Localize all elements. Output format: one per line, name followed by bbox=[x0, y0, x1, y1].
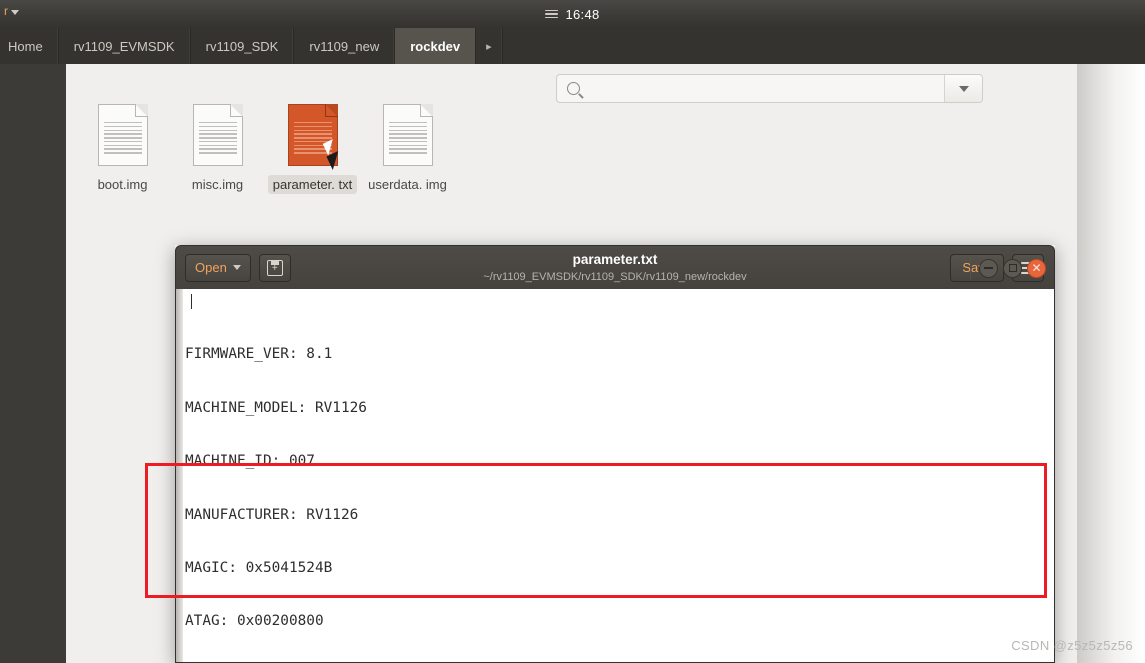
document-icon bbox=[192, 104, 243, 166]
chevron-down-icon bbox=[958, 85, 969, 92]
file-label: misc.img bbox=[191, 177, 244, 192]
breadcrumb-overflow-arrow-icon[interactable]: ▸ bbox=[476, 28, 503, 64]
close-icon: ✕ bbox=[1031, 261, 1042, 275]
minimize-icon bbox=[984, 267, 993, 269]
editor-file-path: ~/rv1109_EVMSDK/rv1109_SDK/rv1109_new/ro… bbox=[483, 271, 747, 283]
system-top-panel: r 16:48 bbox=[0, 0, 1145, 28]
search-bar[interactable] bbox=[556, 74, 983, 103]
search-dropdown-button[interactable] bbox=[944, 75, 982, 102]
text-line: ATAG: 0x00200800 bbox=[185, 613, 324, 630]
text-line: MACHINE_ID: 007 bbox=[185, 453, 315, 470]
file-label: parameter. txt bbox=[267, 175, 358, 194]
clock-label: 16:48 bbox=[565, 6, 600, 22]
window-controls: ✕ bbox=[970, 246, 1046, 290]
minimize-button[interactable] bbox=[979, 258, 998, 278]
hamburger-icon bbox=[545, 9, 559, 19]
search-input[interactable] bbox=[580, 75, 944, 102]
file-label: boot.img bbox=[97, 177, 148, 192]
text-line: FIRMWARE_VER: 8.1 bbox=[185, 346, 333, 363]
open-button[interactable]: Open bbox=[185, 253, 251, 282]
breadcrumb-item-home[interactable]: Home bbox=[0, 28, 59, 64]
text-document-icon bbox=[287, 104, 345, 171]
search-icon bbox=[567, 82, 580, 95]
document-icon bbox=[97, 104, 148, 166]
editor-text-content[interactable]: FIRMWARE_VER: 8.1 MACHINE_MODEL: RV1126 … bbox=[183, 289, 1054, 662]
text-caret bbox=[191, 294, 192, 309]
open-button-label: Open bbox=[195, 260, 227, 275]
editor-file-name: parameter.txt bbox=[572, 252, 658, 267]
breadcrumb-item-rv1109-sdk[interactable]: rv1109_SDK bbox=[191, 28, 295, 64]
close-button[interactable]: ✕ bbox=[1027, 258, 1046, 278]
breadcrumb-item-rv1109-new[interactable]: rv1109_new bbox=[294, 28, 396, 64]
breadcrumb-item-rv1109-evmsdk[interactable]: rv1109_EVMSDK bbox=[59, 28, 191, 64]
maximize-button[interactable] bbox=[1003, 258, 1022, 278]
editor-title: parameter.txt ~/rv1109_EVMSDK/rv1109_SDK… bbox=[176, 250, 1054, 284]
document-icon bbox=[382, 104, 433, 166]
text-line: MAGIC: 0x5041524B bbox=[185, 559, 333, 576]
file-label: userdata. img bbox=[368, 177, 447, 192]
mouse-cursor-icon bbox=[325, 150, 345, 171]
save-as-icon bbox=[266, 259, 283, 276]
clock-indicator[interactable]: 16:48 bbox=[0, 0, 1145, 28]
file-item-boot-img[interactable]: boot.img bbox=[75, 104, 170, 194]
file-manager-sidebar: tions bbox=[0, 64, 66, 663]
text-line: MANUFACTURER: RV1126 bbox=[185, 506, 359, 523]
editor-title-bar: Open parameter.txt ~/rv1109_EVMSDK/rv110… bbox=[175, 245, 1055, 289]
breadcrumb-item-rockdev[interactable]: rockdev bbox=[395, 28, 477, 64]
file-item-userdata-img[interactable]: userdata. img bbox=[360, 104, 455, 194]
divider bbox=[970, 257, 971, 279]
maximize-icon bbox=[1008, 264, 1017, 272]
file-item-parameter-txt[interactable]: parameter. txt bbox=[265, 104, 360, 194]
text-editor-window: Open parameter.txt ~/rv1109_EVMSDK/rv110… bbox=[175, 245, 1055, 663]
file-item-misc-img[interactable]: misc.img bbox=[170, 104, 265, 194]
breadcrumb: Home rv1109_EVMSDK rv1109_SDK rv1109_new… bbox=[0, 28, 1145, 65]
watermark-text: CSDN @z5z5z5z56 bbox=[1011, 638, 1133, 653]
sidebar-section-label: tions bbox=[0, 439, 64, 454]
text-line: MACHINE_MODEL: RV1126 bbox=[185, 399, 367, 416]
save-as-button[interactable] bbox=[258, 253, 291, 282]
desktop-background bbox=[1077, 64, 1145, 663]
chevron-down-icon bbox=[232, 265, 241, 270]
editor-gutter bbox=[176, 289, 183, 662]
editor-document-area[interactable]: FIRMWARE_VER: 8.1 MACHINE_MODEL: RV1126 … bbox=[175, 289, 1055, 663]
file-list: boot.img misc.img parameter. txt userdat… bbox=[75, 104, 455, 194]
